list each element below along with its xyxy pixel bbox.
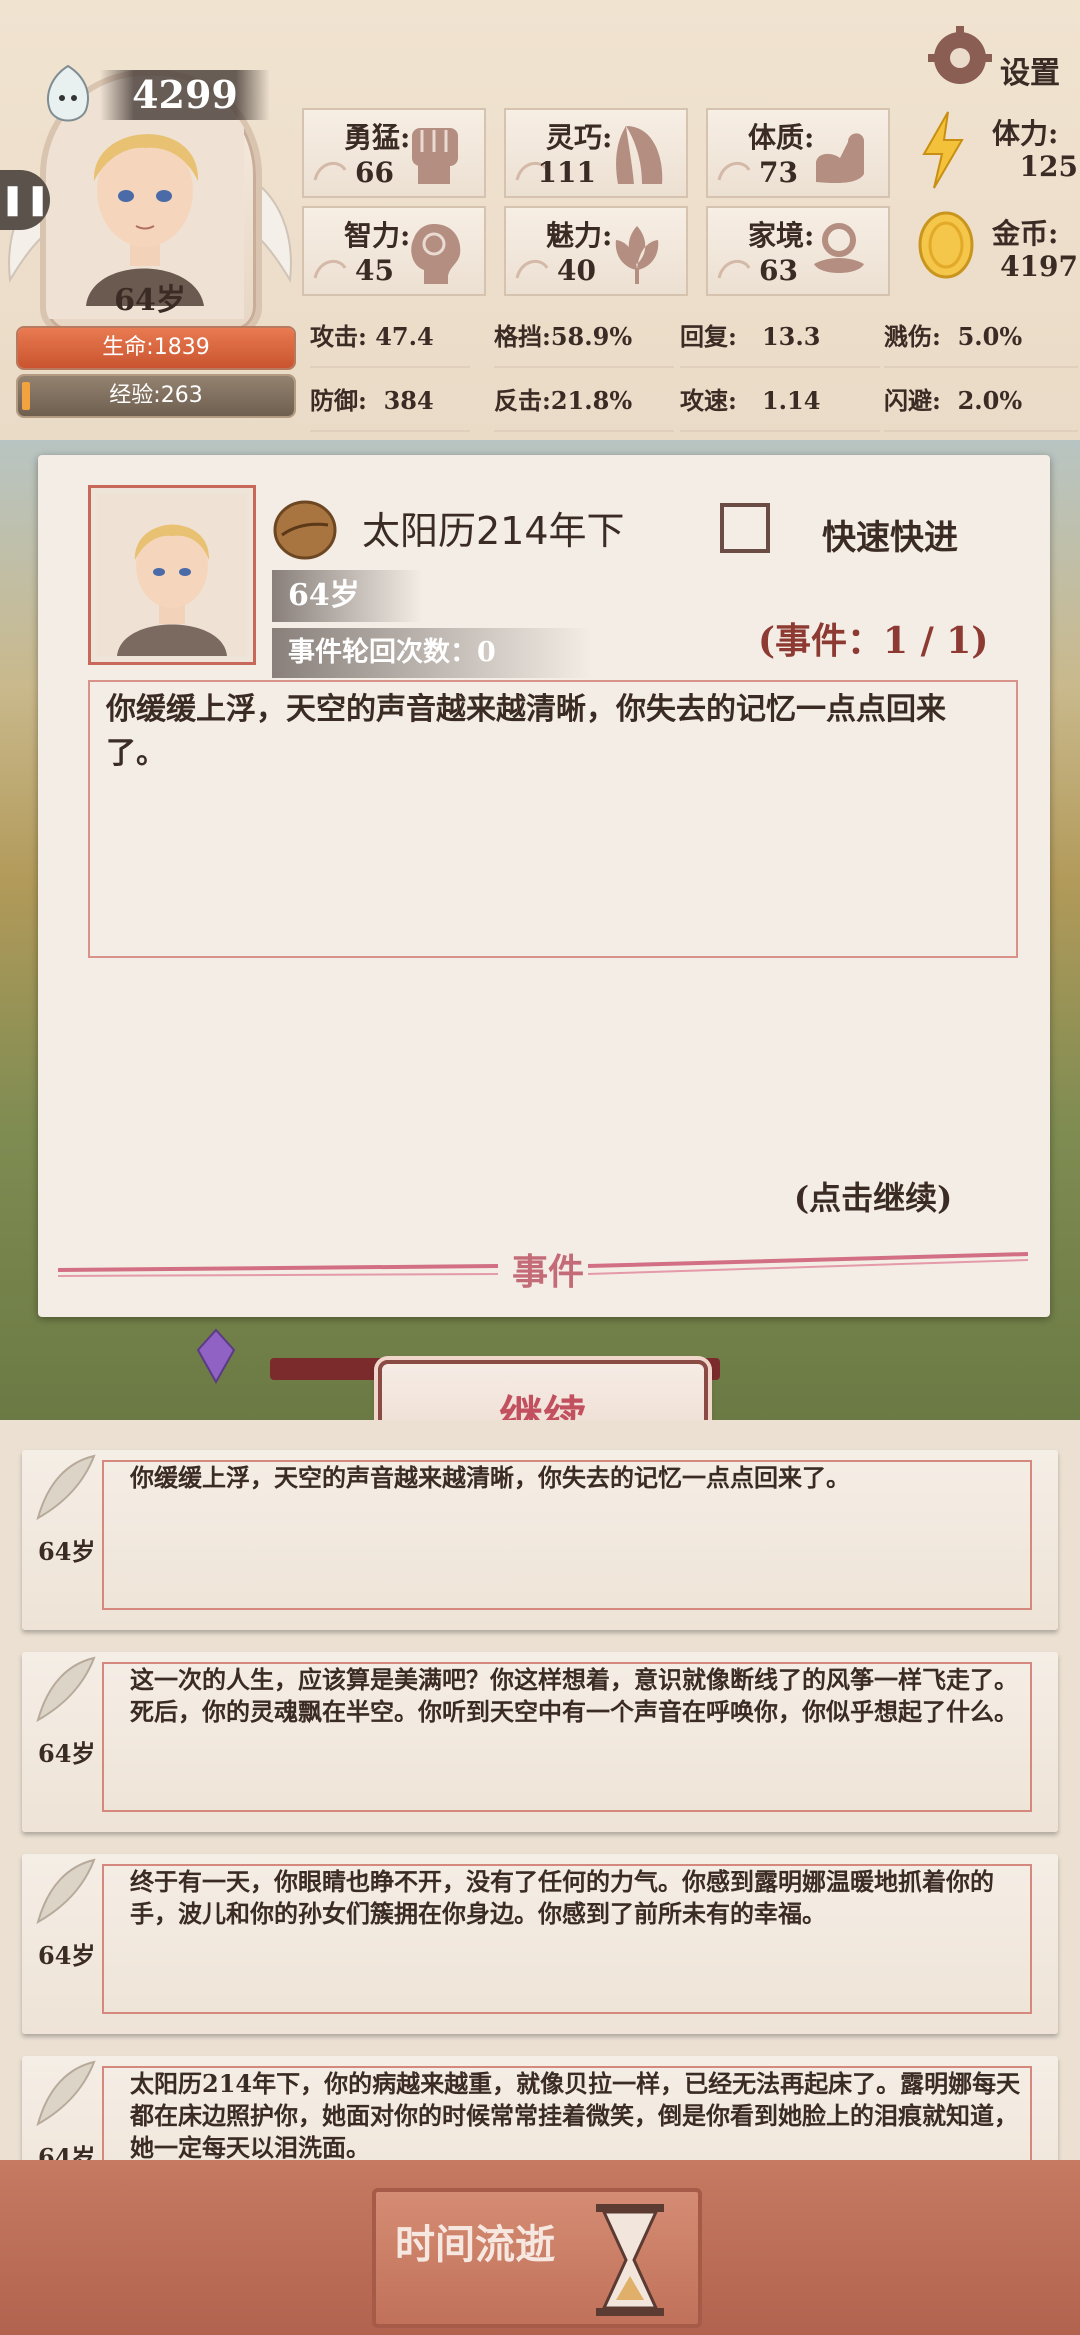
event-cycle-count: 事件轮回次数：0 bbox=[272, 628, 592, 678]
log-text: 终于有一天，你眼睛也睁不开，没有了任何的力气。你感到露明娜温暖地抓着你的手，波儿… bbox=[130, 1867, 994, 1928]
character-portrait-icon bbox=[97, 494, 247, 656]
stat-atk-speed: 攻速: 1.14 bbox=[680, 372, 880, 432]
log-text: 太阳历214年下，你的病越来越重，就像贝拉一样，已经无法再起床了。露明娜每天都在… bbox=[130, 2069, 1021, 2162]
quick-forward-checkbox[interactable] bbox=[720, 503, 770, 553]
attr-label: 体质: bbox=[748, 121, 815, 154]
avatar-age: 64岁 bbox=[114, 283, 186, 318]
ornament-icon bbox=[313, 259, 347, 279]
log-text: 这一次的人生，应该算是美满吧？你这样想着，意识就像断线了的风筝一样飞走了。死后，… bbox=[130, 1665, 1018, 1726]
stat-counter: 反击:21.8% bbox=[494, 372, 674, 432]
seed-icon bbox=[273, 500, 337, 560]
feather-icon bbox=[36, 1454, 96, 1521]
hp-bar: 生命:1839 bbox=[18, 328, 294, 368]
stamina-label: 体力: bbox=[992, 117, 1059, 150]
log-item[interactable]: 这一次的人生，应该算是美满吧？你这样想着，意识就像断线了的风筝一样飞走了。死后，… bbox=[22, 1652, 1058, 1832]
arm-icon bbox=[816, 133, 864, 184]
attr-value: 73 bbox=[759, 156, 798, 189]
stat-defense: 防御: 384 bbox=[310, 372, 470, 432]
cloak-icon bbox=[616, 126, 663, 184]
fist-icon bbox=[412, 128, 458, 184]
event-text: 你缓缓上浮，天空的声音越来越清晰，你失去的记忆一点点回来了。 bbox=[106, 692, 946, 771]
log-age: 64岁 bbox=[38, 1739, 96, 1768]
attr-label: 智力: bbox=[344, 219, 411, 252]
event-date: 太阳历214年下 bbox=[362, 509, 625, 553]
log-age: 64岁 bbox=[38, 1941, 96, 1970]
quick-forward-label[interactable]: 快速快进 bbox=[822, 510, 958, 559]
event-counter: (事件：1 / 1) bbox=[758, 620, 989, 662]
score-display: 4299 bbox=[100, 70, 270, 120]
attr-value: 66 bbox=[355, 156, 394, 189]
feather-icon bbox=[36, 1858, 96, 1925]
attr-family[interactable]: 家境: 63 bbox=[706, 206, 890, 296]
flower-icon bbox=[615, 226, 659, 284]
stat-regen: 回复: 13.3 bbox=[680, 308, 880, 368]
lightning-icon bbox=[922, 111, 964, 189]
xp-bar: 经验:263 bbox=[18, 376, 294, 416]
attr-bravery[interactable]: 勇猛: 66 bbox=[302, 108, 486, 198]
log-text: 你缓缓上浮，天空的声音越来越清晰，你失去的记忆一点点回来了。 bbox=[130, 1463, 850, 1492]
gold-value: 4197 bbox=[1000, 250, 1078, 283]
attr-charm[interactable]: 魅力: 40 bbox=[504, 206, 688, 296]
attr-label: 家境: bbox=[748, 219, 815, 252]
stat-dodge: 闪避: 2.0% bbox=[884, 372, 1078, 432]
time-pass-label[interactable]: 时间流逝 bbox=[395, 2212, 555, 2270]
attr-intelligence[interactable]: 智力: 45 bbox=[302, 206, 486, 296]
feather-icon bbox=[36, 2060, 96, 2127]
lotus-icon bbox=[814, 223, 864, 273]
attr-value: 63 bbox=[759, 254, 798, 287]
gold-label: 金币: bbox=[992, 217, 1059, 250]
attr-constitution[interactable]: 体质: 73 bbox=[706, 108, 890, 198]
event-section-label: 事件 bbox=[512, 1251, 585, 1293]
attr-value: 45 bbox=[355, 254, 394, 287]
attr-value: 111 bbox=[537, 156, 596, 189]
attr-label: 勇猛: bbox=[344, 121, 411, 154]
settings-label[interactable]: 设置 bbox=[1000, 48, 1060, 92]
xp-label: 经验:263 bbox=[109, 383, 203, 408]
event-age: 64岁 bbox=[272, 570, 422, 622]
stat-attack: 攻击: 47.4 bbox=[310, 308, 470, 368]
gold-coin-icon bbox=[918, 211, 974, 279]
log-age: 64岁 bbox=[38, 1537, 96, 1566]
stat-splash: 溅伤: 5.0% bbox=[884, 308, 1078, 368]
brain-icon bbox=[411, 224, 461, 284]
ornament-icon bbox=[515, 259, 549, 279]
attr-value: 40 bbox=[557, 254, 596, 287]
attr-label: 魅力: bbox=[546, 219, 613, 252]
event-text-box: 你缓缓上浮，天空的声音越来越清晰，你失去的记忆一点点回来了。 bbox=[88, 680, 1018, 958]
hourglass-icon bbox=[596, 2204, 664, 2316]
stat-block: 格挡:58.9% bbox=[494, 308, 674, 368]
ornament-icon bbox=[717, 161, 751, 181]
stamina-value: 125 bbox=[1019, 150, 1078, 183]
tap-continue-hint[interactable]: (点击继续) bbox=[794, 1173, 952, 1219]
log-item[interactable]: 你缓缓上浮，天空的声音越来越清晰，你失去的记忆一点点回来了。 64岁 bbox=[22, 1450, 1058, 1630]
feather-icon bbox=[36, 1656, 96, 1723]
log-item[interactable]: 终于有一天，你眼睛也睁不开，没有了任何的力气。你感到露明娜温暖地抓着你的手，波儿… bbox=[22, 1854, 1058, 2034]
ornament-icon bbox=[717, 259, 751, 279]
attr-label: 灵巧: bbox=[546, 121, 613, 154]
ornament-icon bbox=[313, 161, 347, 181]
event-portrait bbox=[88, 485, 256, 665]
attr-agility[interactable]: 灵巧: 111 bbox=[504, 108, 688, 198]
crystal-icon bbox=[196, 1328, 236, 1384]
spirit-icon bbox=[47, 64, 89, 122]
